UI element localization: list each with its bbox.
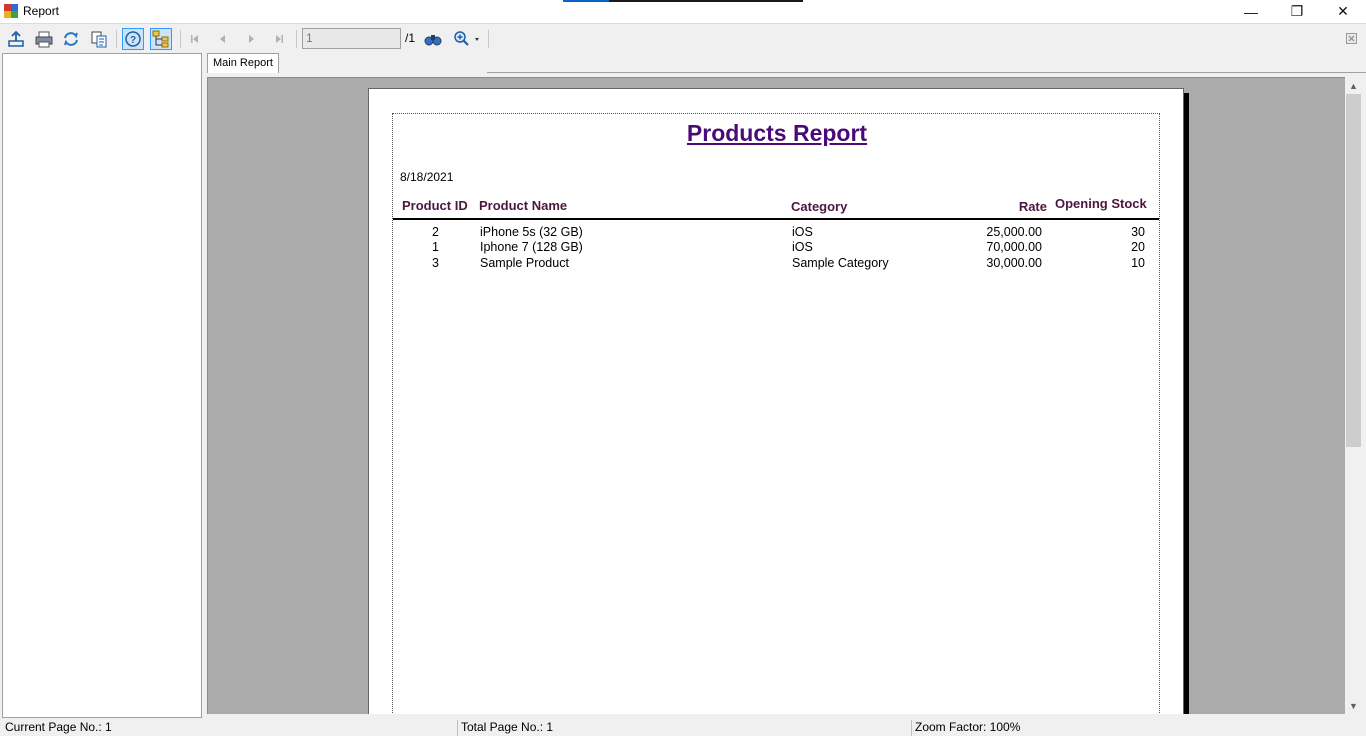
tab-strip: Main Report [207, 53, 1366, 77]
cell-product-id: 1 [432, 240, 439, 254]
cell-product-name: Iphone 7 (128 GB) [480, 240, 583, 254]
page-number-input[interactable]: 1 [302, 28, 401, 49]
cell-opening-stock: 20 [1131, 240, 1145, 254]
cell-product-id: 3 [432, 256, 439, 270]
close-button[interactable]: ✕ [1320, 0, 1366, 23]
close-view-icon[interactable] [1346, 33, 1357, 44]
minimize-icon: — [1244, 3, 1258, 20]
last-page-button[interactable] [268, 28, 290, 50]
scroll-down-button[interactable]: ▼ [1345, 697, 1362, 714]
next-page-button[interactable] [240, 28, 262, 50]
help-icon: ? [125, 31, 141, 47]
cell-category: Sample Category [792, 256, 889, 270]
close-icon: ✕ [1337, 3, 1349, 19]
minimize-button[interactable]: — [1228, 0, 1274, 23]
print-button[interactable] [33, 28, 55, 50]
first-page-button[interactable] [184, 28, 206, 50]
refresh-button[interactable] [60, 28, 82, 50]
toolbar-separator [180, 30, 181, 48]
find-icon [424, 35, 442, 46]
column-header-rate: Rate [1018, 199, 1047, 214]
toolbar-separator [116, 30, 117, 48]
export-button[interactable] [5, 28, 27, 50]
restore-button[interactable]: ❐ [1274, 0, 1320, 23]
window-title: Report [23, 4, 60, 18]
app-icon [4, 4, 18, 18]
cell-category: iOS [792, 225, 813, 239]
copy-button[interactable] [88, 28, 110, 50]
zoom-icon [454, 31, 479, 46]
report-frame: Products Report 8/18/2021 Product ID Pro… [392, 113, 1160, 714]
last-page-icon [276, 35, 283, 43]
column-header-product-id: Product ID [402, 198, 468, 213]
status-total-pages: Total Page No.: 1 [457, 720, 553, 736]
cell-rate: 70,000.00 [986, 240, 1042, 254]
status-current-page: Current Page No.: 1 [5, 720, 112, 734]
header-rule [393, 218, 1159, 220]
total-pages-label: /1 [405, 31, 416, 45]
cell-product-name: iPhone 5s (32 GB) [480, 225, 583, 239]
status-zoom-factor: Zoom Factor: 100% [911, 720, 1020, 736]
cell-opening-stock: 30 [1131, 225, 1145, 239]
group-tree-icon [152, 30, 169, 48]
report-page: Products Report 8/18/2021 Product ID Pro… [368, 88, 1184, 714]
chevron-up-icon: ▲ [1349, 80, 1358, 91]
scroll-up-button[interactable]: ▲ [1345, 77, 1362, 94]
restore-icon: ❐ [1290, 3, 1304, 19]
chevron-down-icon: ▼ [1349, 700, 1358, 711]
group-tree-toggle-button[interactable] [150, 28, 172, 50]
group-tree-panel[interactable] [2, 53, 202, 718]
export-icon [8, 30, 24, 47]
report-viewer[interactable]: Products Report 8/18/2021 Product ID Pro… [207, 77, 1345, 714]
report-date: 8/18/2021 [400, 170, 454, 184]
first-page-icon [191, 35, 198, 43]
vertical-scrollbar[interactable]: ▲ ▼ [1345, 77, 1362, 714]
next-page-icon [249, 35, 254, 43]
refresh-icon [64, 32, 78, 46]
previous-page-button[interactable] [212, 28, 234, 50]
cell-rate: 30,000.00 [986, 256, 1042, 270]
cell-opening-stock: 10 [1131, 256, 1145, 270]
toolbar-separator [488, 30, 489, 48]
print-icon [35, 31, 53, 48]
title-progress-line [563, 0, 803, 2]
cell-rate: 25,000.00 [986, 225, 1042, 239]
cell-product-name: Sample Product [480, 256, 569, 270]
help-button[interactable]: ? [122, 28, 144, 50]
title-bar: Report — ❐ ✕ [0, 0, 1366, 23]
column-header-opening-stock: Opening Stock [1055, 196, 1147, 211]
toolbar-separator [296, 30, 297, 48]
zoom-dropdown-button[interactable] [452, 28, 484, 50]
cell-product-id: 2 [432, 225, 439, 239]
report-title: Products Report [686, 120, 868, 146]
find-button[interactable] [422, 28, 444, 50]
svg-text:?: ? [130, 35, 136, 46]
previous-page-icon [220, 35, 225, 43]
column-header-category: Category [791, 199, 848, 214]
cell-category: iOS [792, 240, 813, 254]
status-bar: Current Page No.: 1 Total Page No.: 1 Zo… [0, 718, 1366, 736]
copy-icon [91, 31, 107, 48]
scrollbar-thumb[interactable] [1346, 94, 1361, 447]
column-header-product-name: Product Name [479, 198, 568, 213]
tab-main-report[interactable]: Main Report [207, 53, 279, 73]
toolbar: ? 1 /1 [0, 23, 1366, 52]
